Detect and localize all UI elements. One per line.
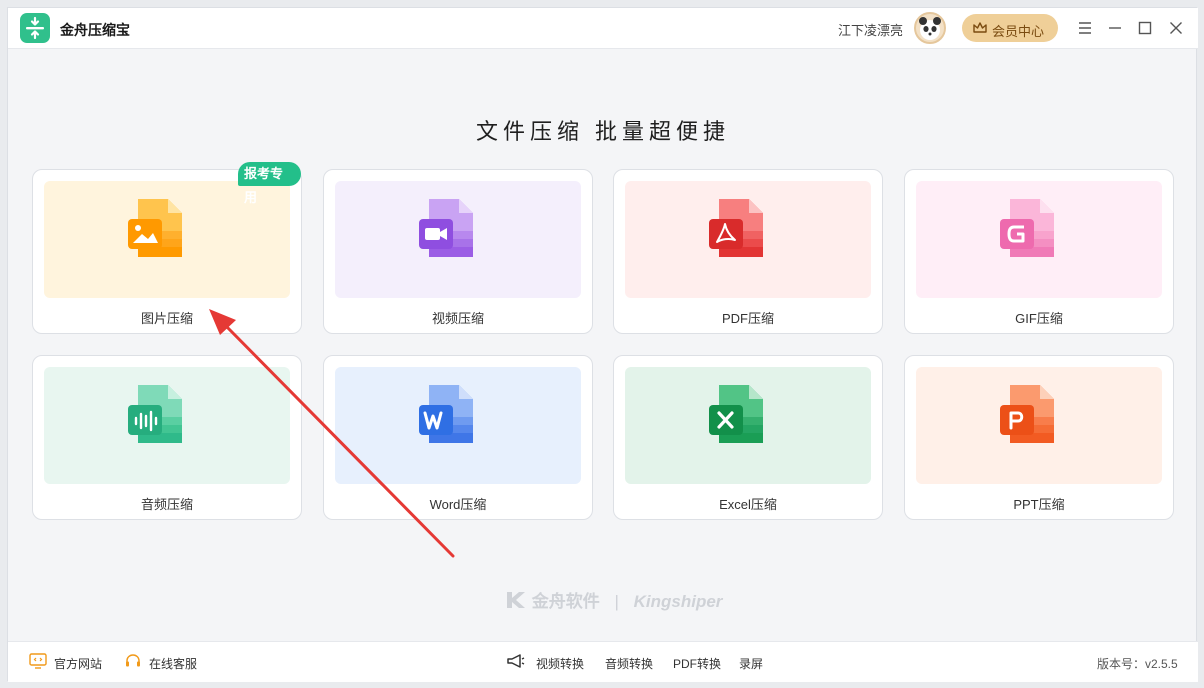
card-label: 视频压缩 xyxy=(431,311,484,326)
pdf-file-icon xyxy=(707,197,771,261)
app-logo-icon xyxy=(20,13,50,43)
footer-link-audio[interactable]: 音频转换 xyxy=(605,655,653,672)
headset-icon xyxy=(124,653,142,672)
username[interactable]: 江下凌漂亮 xyxy=(838,20,903,39)
video-file-icon xyxy=(417,197,481,261)
card-label: GIF压缩 xyxy=(1015,311,1063,326)
ppt-file-icon xyxy=(998,383,1062,447)
excel-compress-card[interactable]: Excel压缩 xyxy=(613,355,883,520)
video-compress-card[interactable]: 视频压缩 xyxy=(323,169,593,334)
gif-compress-card[interactable]: GIF压缩 xyxy=(904,169,1174,334)
card-label: Word压缩 xyxy=(429,497,487,512)
user-avatar[interactable] xyxy=(914,12,946,44)
minimize-icon[interactable] xyxy=(1105,18,1125,38)
gif-file-icon xyxy=(998,197,1062,261)
footer-link-record[interactable]: 录屏 xyxy=(739,655,763,672)
version-label: 版本号：v2.5.5 xyxy=(1097,657,1178,671)
page-headline: 文件压缩 批量超便捷 xyxy=(475,119,731,144)
maximize-icon[interactable] xyxy=(1135,18,1155,38)
card-label: 音频压缩 xyxy=(140,497,193,512)
kingshiper-watermark: 金舟软件 | Kingshiper xyxy=(505,587,722,612)
card-label: PPT压缩 xyxy=(1013,497,1065,512)
audio-file-icon xyxy=(126,383,190,447)
card-label: PDF压缩 xyxy=(721,311,774,326)
image-compress-card[interactable]: 图片压缩 报考专用 xyxy=(32,162,302,334)
exam-badge: 报考专用 xyxy=(238,162,301,205)
megaphone-icon xyxy=(506,653,526,672)
watermark-logo-icon xyxy=(505,592,532,611)
footer-link-pdf[interactable]: PDF转换 xyxy=(673,655,721,672)
crown-icon xyxy=(973,22,987,33)
app-title: 金舟压缩宝 xyxy=(60,22,130,38)
excel-file-icon xyxy=(707,383,771,447)
vip-center-button[interactable]: 会员中心 xyxy=(962,14,1058,42)
image-file-icon xyxy=(126,197,190,261)
official-website-link[interactable]: 官方网站 xyxy=(54,655,102,672)
watermark-cn: 金舟软件 xyxy=(531,592,600,611)
online-support-link[interactable]: 在线客服 xyxy=(149,655,197,672)
close-icon[interactable] xyxy=(1166,18,1186,38)
footer-bar: 官方网站 在线客服 视频转换 音频转换 PDF转换 录屏 版本号：v2.5.5 xyxy=(8,641,1198,682)
word-compress-card[interactable]: Word压缩 xyxy=(323,355,593,520)
vip-center-label: 会员中心 xyxy=(992,24,1045,39)
title-bar: 金舟压缩宝 江下凌漂亮 会员中心 xyxy=(8,8,1198,49)
watermark-separator: | xyxy=(614,592,619,611)
audio-compress-card[interactable]: 音频压缩 xyxy=(32,355,302,520)
footer-link-video[interactable]: 视频转换 xyxy=(536,655,584,672)
monitor-icon xyxy=(29,653,47,672)
card-label: 图片压缩 xyxy=(140,311,193,326)
app-window: 金舟压缩宝 江下凌漂亮 会员中心 文件压缩 批量超便捷 图片压缩 报考专用 视频… xyxy=(7,7,1198,682)
ppt-compress-card[interactable]: PPT压缩 xyxy=(904,355,1174,520)
word-file-icon xyxy=(417,383,481,447)
card-label: Excel压缩 xyxy=(719,497,777,512)
annotation-arrow xyxy=(209,309,455,558)
pdf-compress-card[interactable]: PDF压缩 xyxy=(613,169,883,334)
menu-icon[interactable] xyxy=(1075,18,1095,38)
watermark-en: Kingshiper xyxy=(633,592,723,611)
